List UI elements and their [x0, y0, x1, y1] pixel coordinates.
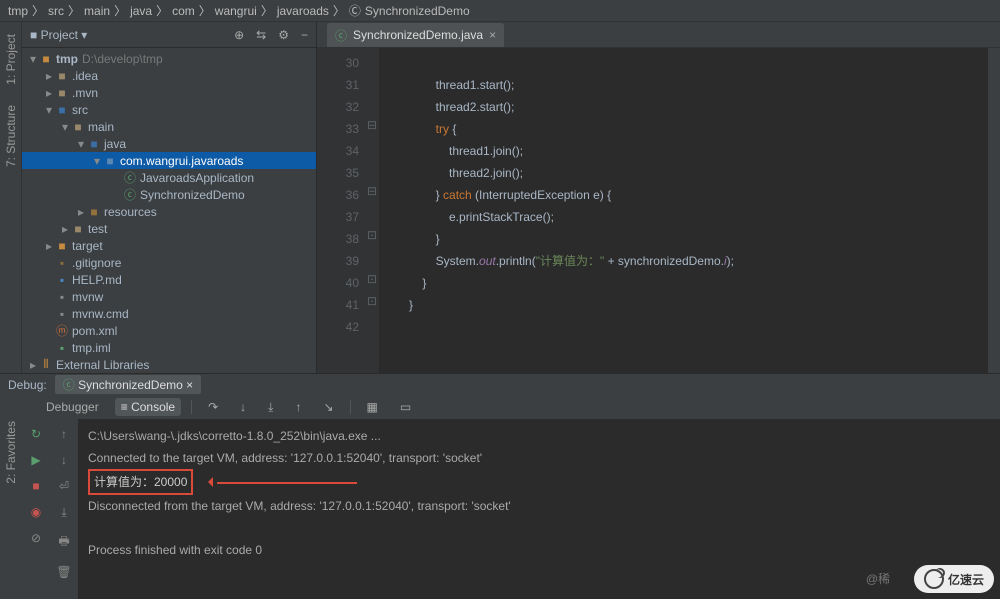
breadcrumb: tmp〉 src〉 main〉 java〉 com〉 wangrui〉 java… — [0, 0, 1000, 22]
console-output[interactable]: C:\Users\wang-\.jdks\corretto-1.8.0_252\… — [78, 419, 1000, 599]
view-breakpoints-icon[interactable]: ◉ — [31, 505, 41, 519]
code-editor[interactable]: thread1.start(); thread2.start(); try { … — [379, 48, 988, 373]
tree-file[interactable]: ▪HELP.md — [22, 271, 316, 288]
chevron-right-icon: 〉 — [32, 2, 44, 19]
bc-item[interactable]: src — [48, 4, 64, 18]
tool-favorites[interactable]: 2: Favorites — [4, 421, 18, 484]
console-line: Process finished with exit code 0 — [88, 539, 990, 561]
class-icon: Ⓒ — [349, 2, 361, 19]
resume-icon[interactable]: ▶ — [31, 453, 40, 467]
step-into-icon[interactable]: ↓ — [234, 398, 252, 416]
tree-node[interactable]: ■resources — [22, 203, 316, 220]
tree-node[interactable]: ■target — [22, 237, 316, 254]
console-line: Disconnected from the target VM, address… — [88, 495, 990, 517]
debug-label: Debug: — [8, 378, 47, 392]
rerun-icon[interactable]: ↻ — [31, 427, 41, 441]
tree-node[interactable]: ■java — [22, 135, 316, 152]
evaluate-icon[interactable]: ▦ — [361, 398, 384, 416]
bc-item[interactable]: tmp — [8, 4, 28, 18]
project-sidebar: ■ Project ▾ ⊕ ⇆ ⚙ − ■tmpD:\develop\tmp ■… — [22, 22, 317, 373]
up-icon[interactable]: ↑ — [61, 427, 67, 441]
bc-item[interactable]: main — [84, 4, 110, 18]
error-stripe[interactable] — [988, 48, 1000, 373]
gear-icon[interactable]: ⚙ — [278, 28, 289, 42]
down-icon[interactable]: ↓ — [61, 453, 67, 467]
trace-icon[interactable]: ▭ — [394, 398, 417, 416]
tree-class[interactable]: ⓒSynchronizedDemo — [22, 186, 316, 203]
tree-file[interactable]: ▪mvnw — [22, 288, 316, 305]
tree-node[interactable]: ■.idea — [22, 67, 316, 84]
line-gutter[interactable]: 30313233343536373839404142 — [317, 48, 365, 373]
console-highlighted-line: 计算值为：20000 — [88, 469, 990, 495]
java-file-icon: ⓒ — [335, 27, 347, 44]
bc-item[interactable]: SynchronizedDemo — [365, 4, 470, 18]
mute-breakpoints-icon[interactable]: ⊘ — [31, 531, 41, 545]
force-step-icon[interactable]: ⤓ — [262, 398, 279, 417]
cloud-logo-icon — [924, 569, 944, 589]
debug-config-tab[interactable]: ⓒ SynchronizedDemo × — [55, 375, 201, 394]
console-line: Connected to the target VM, address: '12… — [88, 447, 990, 469]
debugger-tab[interactable]: Debugger — [40, 398, 105, 416]
tree-node[interactable]: ■main — [22, 118, 316, 135]
fold-gutter[interactable]: ⊟⊟⊡⊡⊡ — [365, 48, 379, 373]
bc-item[interactable]: wangrui — [215, 4, 257, 18]
tree-external[interactable]: ⫴External Libraries — [22, 356, 316, 373]
tool-structure[interactable]: 7: Structure — [4, 105, 18, 167]
file-tab[interactable]: ⓒ SynchronizedDemo.java × — [327, 23, 504, 47]
tree-file[interactable]: ▪mvnw.cmd — [22, 305, 316, 322]
run-to-cursor-icon[interactable]: ↘ — [317, 398, 339, 416]
scroll-end-icon[interactable]: ⤓ — [61, 505, 66, 520]
tree-node[interactable]: ■test — [22, 220, 316, 237]
stop-icon[interactable]: ■ — [32, 479, 39, 493]
step-out-icon[interactable]: ↑ — [289, 398, 307, 416]
file-tab-label: SynchronizedDemo.java — [353, 28, 483, 42]
collapse-icon[interactable]: ⇆ — [256, 28, 266, 42]
tree-node[interactable]: ■.mvn — [22, 84, 316, 101]
console-tab[interactable]: ≡ Console — [115, 398, 181, 416]
tree-node[interactable]: ■src — [22, 101, 316, 118]
tree-file[interactable]: ▪.gitignore — [22, 254, 316, 271]
console-line: C:\Users\wang-\.jdks\corretto-1.8.0_252\… — [88, 425, 990, 447]
tree-class[interactable]: ⓒJavaroadsApplication — [22, 169, 316, 186]
tree-file[interactable]: ▪tmp.iml — [22, 339, 316, 356]
bc-item[interactable]: java — [130, 4, 152, 18]
soft-wrap-icon[interactable]: ⏎ — [59, 479, 69, 493]
target-icon[interactable]: ⊕ — [234, 28, 244, 42]
bc-item[interactable]: com — [172, 4, 195, 18]
watermark-sub: @稀 — [866, 570, 890, 587]
tree-root[interactable]: ■tmpD:\develop\tmp — [22, 50, 316, 67]
step-over-icon[interactable]: ↷ — [202, 398, 224, 416]
bc-item[interactable]: javaroads — [277, 4, 329, 18]
hide-icon[interactable]: − — [301, 28, 308, 42]
watermark: 亿速云 — [914, 565, 994, 593]
tool-project[interactable]: 1: Project — [4, 34, 18, 85]
close-icon[interactable]: × — [489, 28, 496, 42]
sidebar-title: ■ Project ▾ — [30, 28, 87, 42]
print-icon[interactable]: 🖶 — [58, 532, 69, 553]
clear-icon[interactable]: 🗑 — [56, 565, 71, 579]
tree-file[interactable]: ⓜpom.xml — [22, 322, 316, 339]
arrow-left-icon — [217, 471, 357, 493]
tree-package-selected[interactable]: ■com.wangrui.javaroads — [22, 152, 316, 169]
